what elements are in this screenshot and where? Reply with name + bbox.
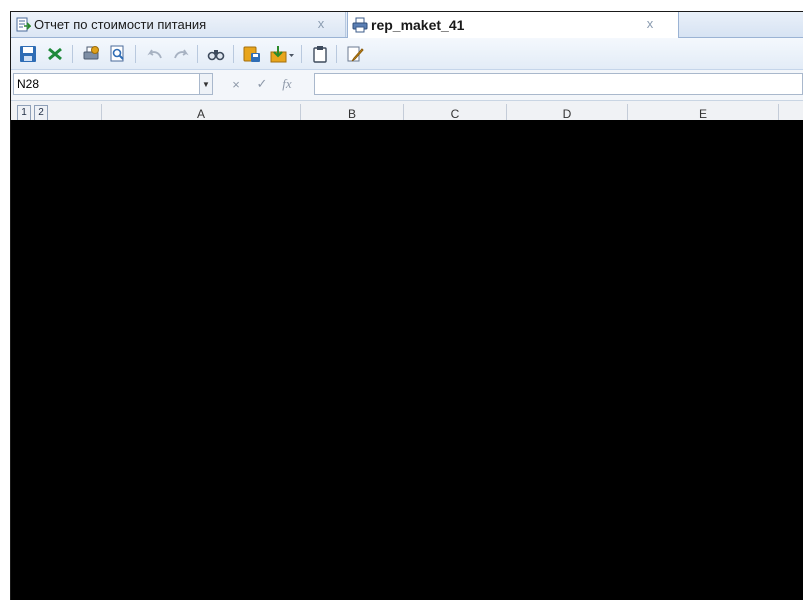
redacted-sheet-area: [11, 120, 803, 600]
toolbar-separator: [197, 45, 198, 63]
close-tab-button[interactable]: x: [313, 16, 329, 32]
print-settings-icon: [83, 46, 99, 60]
export-excel-button[interactable]: [44, 43, 66, 65]
window-left-margin: [0, 11, 10, 600]
close-tab-button[interactable]: x: [642, 16, 658, 32]
toolbar-separator: [336, 45, 337, 63]
tab-label: Отчет по стоимости питания: [34, 17, 207, 32]
print-preview-button[interactable]: [107, 43, 129, 65]
window-top-margin: [0, 0, 803, 11]
paste-icon: [313, 46, 327, 63]
cell-name-box[interactable]: N28: [13, 73, 210, 95]
save-icon: [20, 46, 36, 62]
outline-level-1-button[interactable]: 1: [17, 105, 31, 121]
name-box-dropdown[interactable]: ▼: [199, 73, 213, 95]
toolbar-separator: [233, 45, 234, 63]
tab-label: rep_maket_41: [371, 17, 465, 33]
find-button[interactable]: [205, 43, 227, 65]
toolbar-separator: [301, 45, 302, 63]
save-as-icon: [243, 46, 260, 62]
print-settings-button[interactable]: [80, 43, 102, 65]
toolbar-separator: [135, 45, 136, 63]
outline-level-2-button[interactable]: 2: [34, 105, 48, 121]
document-tab-strip: Отчет по стоимости питания x rep_maket_4…: [11, 12, 803, 38]
formula-bar: N28 ▼ × ✓ fx: [11, 70, 803, 101]
confirm-edit-button[interactable]: ✓: [251, 74, 273, 94]
toolbar-separator: [72, 45, 73, 63]
undo-icon: [147, 49, 162, 59]
redo-icon: [174, 49, 189, 59]
report-export-icon: [16, 17, 31, 31]
chevron-down-icon: ▼: [202, 79, 210, 89]
undo-button[interactable]: [144, 43, 166, 65]
insert-function-button[interactable]: fx: [276, 74, 298, 94]
tab-food-cost-report[interactable]: Отчет по стоимости питания x: [11, 12, 346, 37]
formula-input[interactable]: [314, 73, 803, 95]
save-as-button[interactable]: [241, 43, 263, 65]
report-toolbar: [11, 38, 803, 70]
edit-icon: [347, 46, 364, 62]
printer-icon: [352, 17, 368, 33]
print-preview-icon: [110, 45, 124, 62]
excel-icon: [48, 47, 62, 61]
tab-rep-maket-41[interactable]: rep_maket_41 x: [347, 12, 679, 38]
report-window: Отчет по стоимости питания x rep_maket_4…: [10, 11, 803, 600]
save-button[interactable]: [17, 43, 39, 65]
load-dropdown-button[interactable]: [269, 43, 297, 65]
cancel-edit-button[interactable]: ×: [225, 74, 247, 94]
find-icon: [207, 50, 225, 61]
redo-button[interactable]: [170, 43, 192, 65]
paste-button[interactable]: [309, 43, 331, 65]
load-dropdown-icon: [270, 46, 294, 63]
edit-button[interactable]: [344, 43, 366, 65]
